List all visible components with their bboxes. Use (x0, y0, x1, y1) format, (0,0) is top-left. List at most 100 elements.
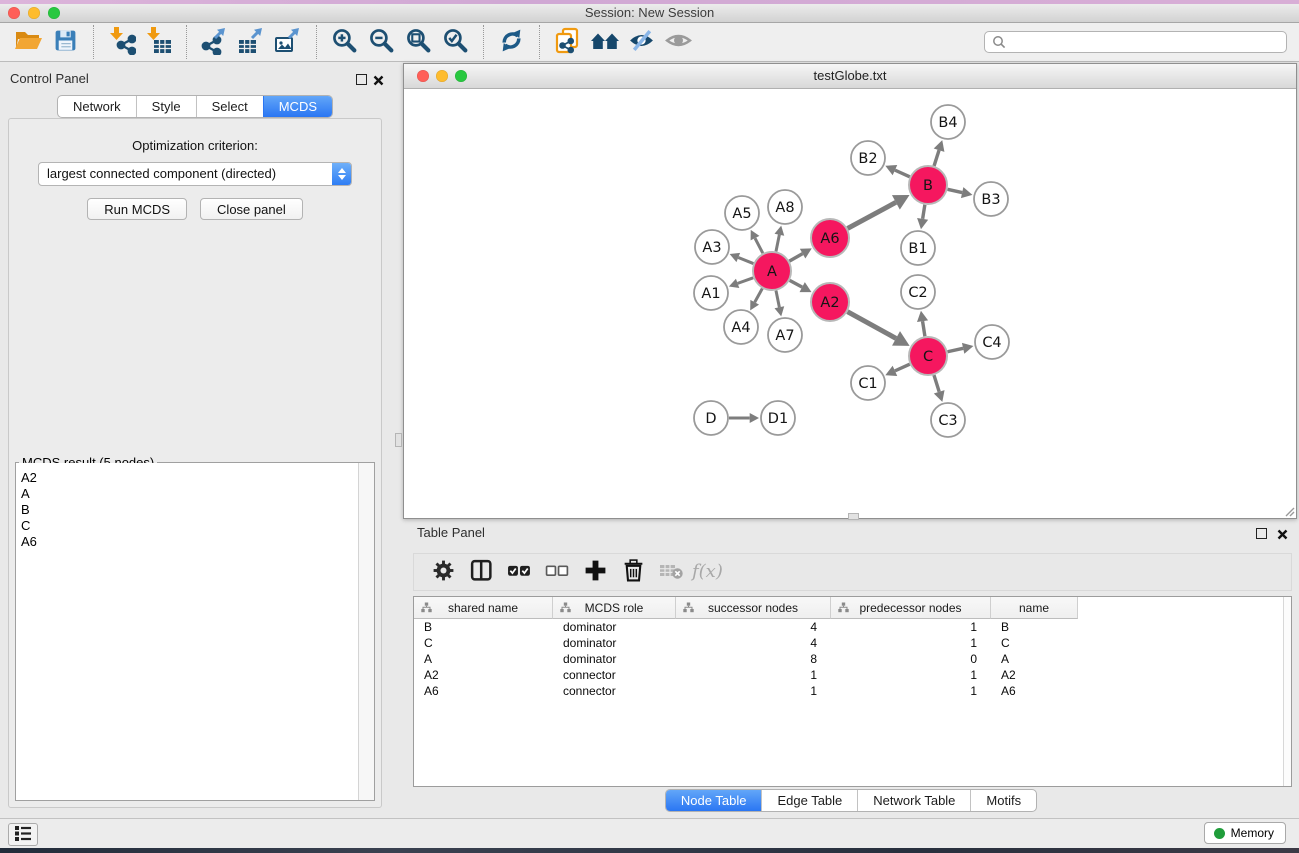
table-cell[interactable]: 1 (831, 620, 991, 634)
table-cell[interactable]: connector (553, 668, 676, 682)
deselect-all-rows-button[interactable] (538, 556, 576, 588)
mcds-result-item[interactable]: A2 (21, 470, 359, 486)
zoom-in-button[interactable] (326, 25, 363, 59)
table-row[interactable]: A2connector11A2 (414, 667, 1291, 683)
save-session-button[interactable] (47, 25, 84, 59)
tab-mcds[interactable]: MCDS (263, 96, 332, 117)
search-input[interactable] (1010, 33, 1286, 51)
zoom-network-button[interactable] (455, 70, 467, 82)
float-table-panel-icon[interactable] (1256, 528, 1267, 539)
mcds-result-item[interactable]: A (21, 486, 359, 502)
node-B2[interactable]: B2 (851, 141, 885, 175)
node-C1[interactable]: C1 (851, 366, 885, 400)
table-cell[interactable]: A6 (414, 684, 553, 698)
show-all-button[interactable] (660, 25, 697, 59)
add-column-button[interactable] (576, 556, 614, 588)
float-panel-icon[interactable] (356, 74, 367, 85)
edge-B-B2[interactable] (885, 165, 909, 177)
network-window-titlebar[interactable]: testGlobe.txt (404, 64, 1296, 89)
delete-column-button[interactable] (614, 556, 652, 588)
edge-C-C1[interactable] (885, 364, 909, 376)
edge-B-B3[interactable] (948, 187, 973, 198)
column-header-name[interactable]: name (991, 597, 1078, 619)
run-mcds-button[interactable]: Run MCDS (87, 198, 187, 220)
edge-A6-B[interactable] (848, 195, 910, 228)
column-header-MCDS-role[interactable]: MCDS role (553, 597, 676, 619)
home-button[interactable] (586, 25, 623, 59)
node-A6[interactable]: A6 (811, 219, 849, 257)
edge-C-C2[interactable] (917, 311, 928, 336)
splitter-handle[interactable] (848, 513, 859, 520)
column-header-shared-name[interactable]: shared name (414, 597, 553, 619)
export-table-button[interactable] (233, 25, 270, 59)
select-all-rows-button[interactable] (500, 556, 538, 588)
criterion-dropdown[interactable]: largest connected component (directed) (38, 162, 352, 186)
tab-motifs[interactable]: Motifs (970, 790, 1036, 811)
table-cell[interactable]: B (414, 620, 553, 634)
import-table-button[interactable] (140, 25, 177, 59)
minimize-window-button[interactable] (28, 7, 40, 19)
search-box[interactable] (984, 31, 1287, 53)
node-B4[interactable]: B4 (931, 105, 965, 139)
mcds-result-item[interactable]: C (21, 518, 359, 534)
export-image-button[interactable] (270, 25, 307, 59)
node-D[interactable]: D (694, 401, 728, 435)
table-cell[interactable]: C (991, 636, 1078, 650)
edge-B-B4[interactable] (934, 140, 945, 166)
edge-B-B1[interactable] (917, 205, 928, 229)
mcds-result-item[interactable]: A6 (21, 534, 359, 550)
edge-A-A6[interactable] (789, 248, 811, 261)
table-row[interactable]: Cdominator41C (414, 635, 1291, 651)
open-session-button[interactable] (10, 25, 47, 59)
table-cell[interactable]: A6 (991, 684, 1078, 698)
node-A7[interactable]: A7 (768, 318, 802, 352)
edge-D-D1[interactable] (729, 413, 759, 423)
node-C[interactable]: C (909, 337, 947, 375)
mcds-result-list[interactable]: A2ABCA6 (16, 463, 359, 800)
mcds-result-item[interactable]: B (21, 502, 359, 518)
import-network-button[interactable] (103, 25, 140, 59)
edge-C-C3[interactable] (934, 375, 945, 402)
tab-node-table[interactable]: Node Table (666, 790, 762, 811)
table-cell[interactable]: 4 (676, 620, 831, 634)
tab-network[interactable]: Network (58, 96, 136, 117)
node-B3[interactable]: B3 (974, 182, 1008, 216)
table-cell[interactable]: 1 (831, 668, 991, 682)
table-row[interactable]: A6connector11A6 (414, 683, 1291, 699)
table-cell[interactable]: A2 (414, 668, 553, 682)
close-panel-icon[interactable] (373, 73, 384, 84)
split-table-button[interactable] (462, 556, 500, 588)
tab-style[interactable]: Style (136, 96, 196, 117)
node-C4[interactable]: C4 (975, 325, 1009, 359)
hide-selected-button[interactable] (623, 25, 660, 59)
edge-A2-C[interactable] (848, 312, 910, 346)
column-settings-button[interactable] (424, 556, 462, 588)
node-A4[interactable]: A4 (724, 310, 758, 344)
table-cell[interactable]: C (414, 636, 553, 650)
close-panel-button[interactable]: Close panel (200, 198, 303, 220)
minimize-network-button[interactable] (436, 70, 448, 82)
table-cell[interactable]: 4 (676, 636, 831, 650)
close-network-button[interactable] (417, 70, 429, 82)
node-C3[interactable]: C3 (931, 403, 965, 437)
table-cell[interactable]: dominator (553, 636, 676, 650)
tab-select[interactable]: Select (196, 96, 263, 117)
edge-A-A3[interactable] (730, 253, 754, 264)
close-window-button[interactable] (8, 7, 20, 19)
column-header-successor-nodes[interactable]: successor nodes (676, 597, 831, 619)
export-network-button[interactable] (196, 25, 233, 59)
table-cell[interactable]: dominator (553, 620, 676, 634)
node-D1[interactable]: D1 (761, 401, 795, 435)
table-cell[interactable]: 1 (831, 684, 991, 698)
network-canvas[interactable]: B4B2BB3A5A8A6A3B1AA1C2A2A4A7C4CC1C3DD1 (404, 89, 1296, 518)
result-scrollbar[interactable] (358, 463, 374, 800)
edge-A-A5[interactable] (751, 230, 763, 253)
zoom-selected-button[interactable] (437, 25, 474, 59)
table-cell[interactable]: 8 (676, 652, 831, 666)
node-A5[interactable]: A5 (725, 196, 759, 230)
node-A3[interactable]: A3 (695, 230, 729, 264)
table-cell[interactable]: A2 (991, 668, 1078, 682)
table-scrollbar[interactable] (1283, 597, 1291, 786)
table-cell[interactable]: A (991, 652, 1078, 666)
node-C2[interactable]: C2 (901, 275, 935, 309)
